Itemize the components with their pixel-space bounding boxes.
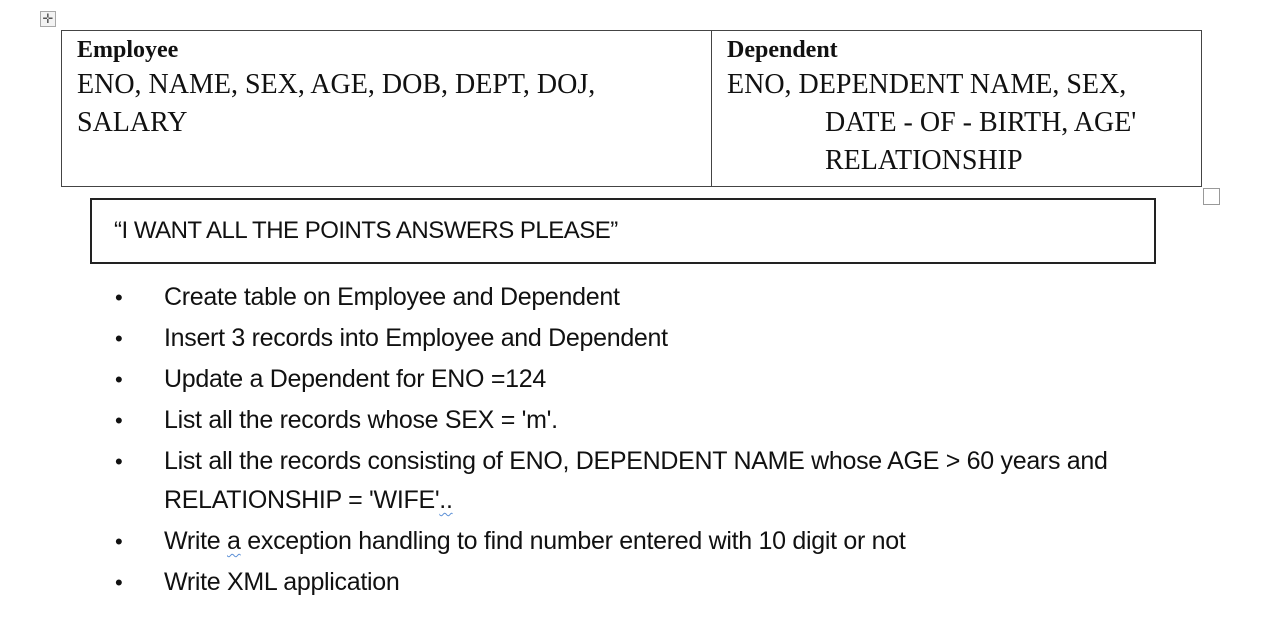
- table-row: Employee ENO, NAME, SEX, AGE, DOB, DEPT,…: [61, 30, 1202, 187]
- bullet-icon: •: [115, 449, 123, 474]
- list-item: • Write XML application: [113, 563, 1233, 602]
- employee-fields-line: SALARY: [77, 107, 188, 138]
- list-item-text: Write a exception handling to find numbe…: [164, 527, 906, 555]
- list-item-text-part: exception handling to find number entere…: [240, 527, 906, 555]
- grammar-flag[interactable]: a: [227, 527, 241, 555]
- bullet-icon: •: [115, 529, 123, 554]
- list-item-text: Insert 3 records into Employee and Depen…: [164, 324, 668, 352]
- list-item: • Create table on Employee and Dependent: [113, 278, 1233, 317]
- dependent-fields-line: RELATIONSHIP: [825, 145, 1023, 176]
- dependent-fields: ENO, DEPENDENT NAME, SEX, DATE - OF - BI…: [727, 66, 1186, 180]
- list-item: • Write a exception handling to find num…: [113, 522, 1233, 561]
- table-resize-handle[interactable]: [1203, 188, 1220, 205]
- grammar-flag[interactable]: ..: [439, 486, 453, 514]
- dependent-fields-line: ENO, DEPENDENT NAME, SEX,: [727, 69, 1127, 100]
- schema-table: Employee ENO, NAME, SEX, AGE, DOB, DEPT,…: [61, 30, 1202, 187]
- bullet-icon: •: [115, 570, 123, 595]
- task-list: • Create table on Employee and Dependent…: [113, 278, 1233, 604]
- dependent-fields-line: DATE - OF - BIRTH, AGE': [825, 107, 1137, 138]
- bullet-icon: •: [115, 408, 123, 433]
- employee-cell[interactable]: Employee ENO, NAME, SEX, AGE, DOB, DEPT,…: [61, 30, 712, 187]
- employee-fields-line: ENO, NAME, SEX, AGE, DOB, DEPT, DOJ,: [77, 69, 596, 100]
- list-item: • List all the records consisting of ENO…: [113, 442, 1233, 520]
- dependent-cell[interactable]: Dependent ENO, DEPENDENT NAME, SEX, DATE…: [711, 30, 1202, 187]
- list-item: • Insert 3 records into Employee and Dep…: [113, 319, 1233, 358]
- list-item-text: List all the records consisting of ENO, …: [164, 447, 1108, 514]
- note-text-box[interactable]: “I WANT ALL THE POINTS ANSWERS PLEASE”: [90, 198, 1156, 264]
- employee-title: Employee: [77, 37, 179, 63]
- list-item-text-part: Write: [164, 527, 228, 555]
- bullet-icon: •: [115, 285, 123, 310]
- list-item-text: Create table on Employee and Dependent: [164, 283, 620, 311]
- employee-fields: ENO, NAME, SEX, AGE, DOB, DEPT, DOJ, SAL…: [77, 66, 696, 142]
- list-item-text: Update a Dependent for ENO =124: [164, 365, 546, 393]
- list-item: • List all the records whose SEX = 'm'.: [113, 401, 1233, 440]
- list-item-text: Write XML application: [164, 568, 400, 596]
- list-item-text: List all the records whose SEX = 'm'.: [164, 406, 558, 434]
- bullet-icon: •: [115, 326, 123, 351]
- list-item-text-line: List all the records consisting of ENO, …: [164, 447, 1108, 475]
- list-item: • Update a Dependent for ENO =124: [113, 360, 1233, 399]
- table-move-handle-icon[interactable]: ✛: [40, 11, 56, 27]
- note-text: “I WANT ALL THE POINTS ANSWERS PLEASE”: [114, 217, 618, 244]
- dependent-title: Dependent: [727, 37, 838, 63]
- bullet-icon: •: [115, 367, 123, 392]
- list-item-text-line: RELATIONSHIP = 'WIFE': [164, 486, 440, 514]
